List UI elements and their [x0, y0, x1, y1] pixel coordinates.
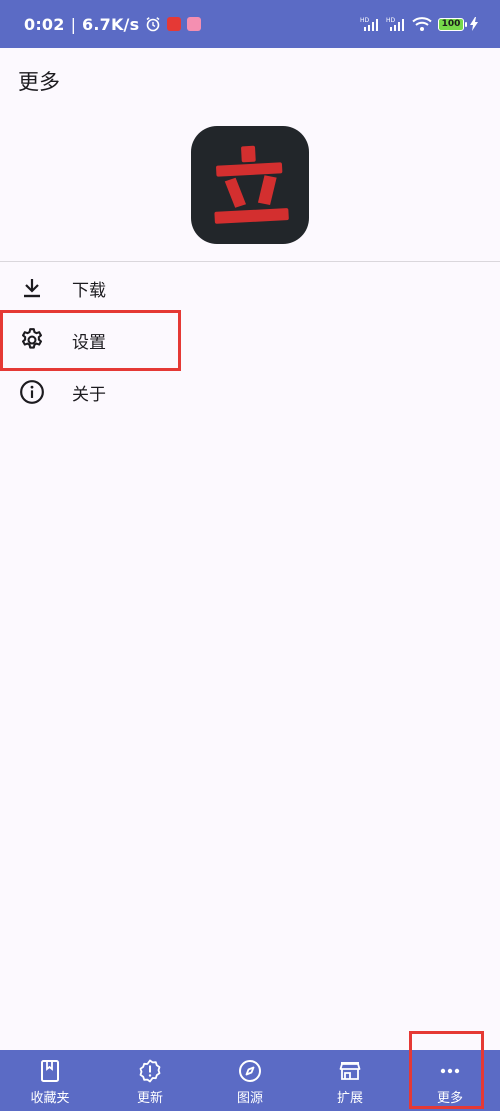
- nav-item-more[interactable]: 更多: [400, 1050, 500, 1111]
- app-notification-icon: [167, 17, 182, 31]
- menu-item-label: 下载: [72, 280, 106, 301]
- menu-item-download[interactable]: 下载: [0, 262, 500, 314]
- nav-label: 更多: [436, 1091, 463, 1106]
- store-icon: [338, 1059, 362, 1083]
- network-speed: 6.7K/s: [82, 14, 140, 34]
- battery-icon: 100: [438, 17, 467, 31]
- signal-hd-label: HD: [360, 17, 370, 24]
- page-title: 更多: [18, 70, 60, 94]
- nav-item-extensions[interactable]: 扩展: [300, 1050, 400, 1111]
- charging-icon: [470, 17, 478, 31]
- settings-gear-icon: [18, 326, 46, 354]
- battery-level: 100: [441, 18, 461, 29]
- nav-item-library[interactable]: 收藏夹: [0, 1050, 100, 1111]
- menu-item-label: 关于: [72, 384, 106, 405]
- wifi-icon: [412, 16, 432, 32]
- bookmark-book-icon: [38, 1059, 62, 1083]
- alarm-icon: [145, 16, 161, 32]
- status-right: HD HD 100: [360, 16, 478, 32]
- status-separator: |: [70, 14, 76, 34]
- status-time: 0:02: [24, 14, 65, 34]
- nav-label: 图源: [236, 1091, 263, 1106]
- app-logo: [191, 126, 309, 244]
- nav-item-updates[interactable]: 更新: [100, 1050, 200, 1111]
- cell-signal-icon-2: HD: [386, 16, 406, 32]
- cell-signal-icon: HD: [360, 16, 380, 32]
- info-icon: [18, 378, 46, 406]
- alert-badge-icon: [138, 1059, 162, 1083]
- app-notification-icon-2: [187, 17, 202, 31]
- menu-item-settings[interactable]: 设置: [0, 314, 500, 366]
- app-logo-glyph: [214, 145, 289, 224]
- download-icon: [18, 274, 46, 302]
- bottom-navigation: 收藏夹 更新 图源 扩展 更多: [0, 1050, 500, 1111]
- status-bar: 0:02 | 6.7K/s HD HD 100: [0, 0, 500, 48]
- more-dots-icon: [438, 1059, 462, 1083]
- signal-hd-label-2: HD: [386, 17, 396, 24]
- nav-label: 收藏夹: [30, 1091, 70, 1106]
- status-left: 0:02 | 6.7K/s: [24, 14, 202, 34]
- nav-label: 更新: [136, 1091, 163, 1106]
- menu-item-label: 设置: [72, 332, 106, 353]
- compass-icon: [238, 1059, 262, 1083]
- nav-item-browse[interactable]: 图源: [200, 1050, 300, 1111]
- nav-label: 扩展: [336, 1091, 363, 1106]
- menu-item-about[interactable]: 关于: [0, 366, 500, 418]
